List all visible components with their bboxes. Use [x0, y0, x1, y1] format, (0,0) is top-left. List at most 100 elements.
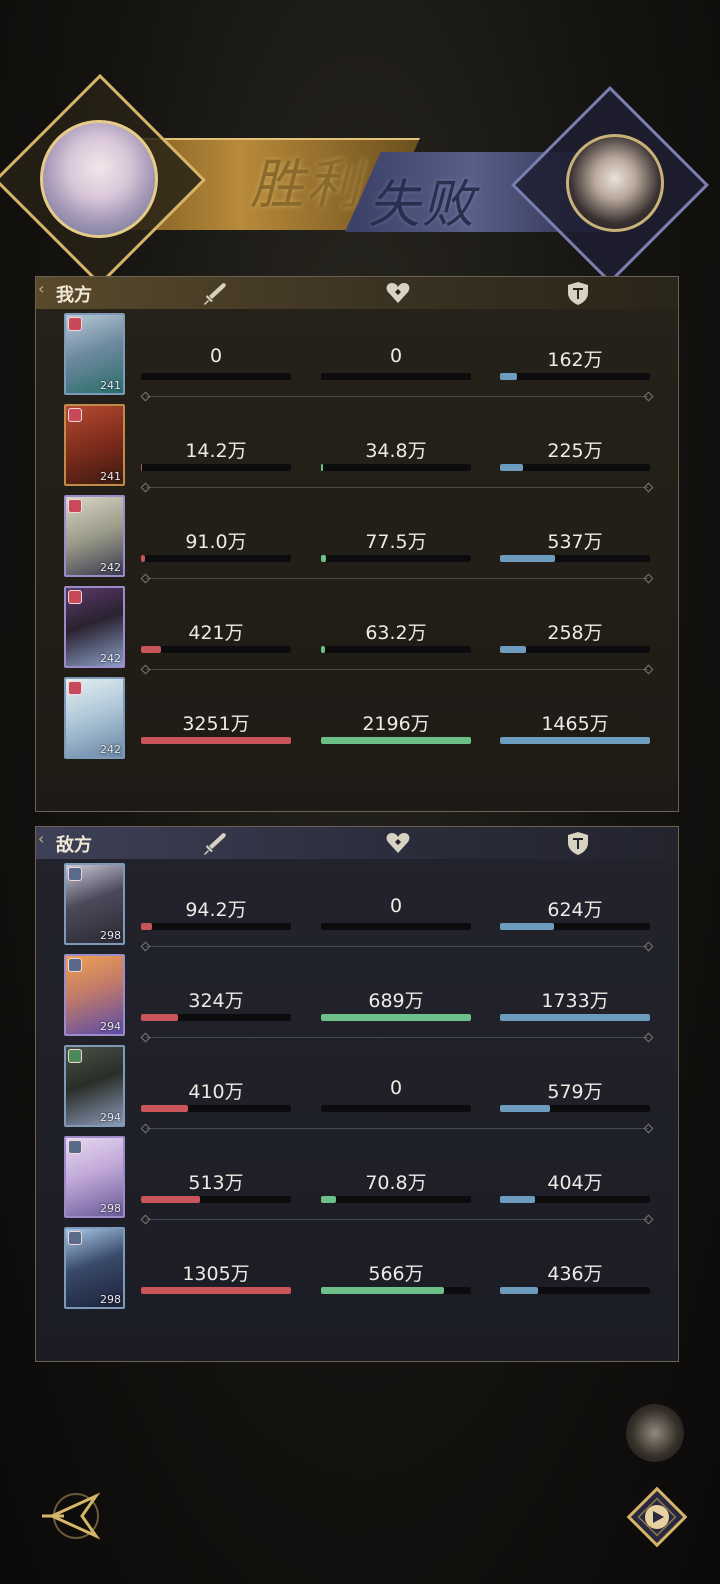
our-hero-row[interactable]: 241 0 0 162万	[36, 313, 678, 404]
hero-card[interactable]: 294	[64, 954, 125, 1036]
heal-value: 70.8万	[365, 1172, 427, 1194]
attack-value: 1305万	[182, 1263, 250, 1285]
heal-stat: 34.8万	[321, 436, 471, 471]
defense-bar-fill	[500, 646, 527, 653]
attack-value: 91.0万	[185, 531, 247, 553]
heal-bar	[321, 646, 471, 653]
attack-bar	[141, 646, 291, 653]
heal-stat: 77.5万	[321, 527, 471, 562]
hero-card[interactable]: 242	[64, 677, 125, 759]
enemy-hero-row[interactable]: 294 324万 689万 1733万	[36, 954, 678, 1045]
faction-badge-icon	[68, 867, 82, 881]
defense-bar	[500, 555, 650, 562]
hero-card[interactable]: 298	[64, 863, 125, 945]
enemy-hero-row[interactable]: 298 1305万 566万 436万	[36, 1227, 678, 1318]
row-divider	[146, 578, 648, 579]
attack-stat: 513万	[141, 1168, 291, 1203]
hero-level: 298	[100, 1202, 121, 1215]
defense-value: 624万	[547, 899, 603, 921]
attack-bar-fill	[141, 464, 142, 471]
attack-stat: 324万	[141, 986, 291, 1021]
enemy-team-panel: ‹ 敌方 298 94.2万 0 624万 294 324万 689万 1733…	[35, 826, 679, 1362]
attack-value: 14.2万	[185, 440, 247, 462]
corner-ornament-icon: ‹	[38, 829, 45, 848]
heal-bar	[321, 1196, 471, 1203]
heal-bar	[321, 1014, 471, 1021]
attack-bar	[141, 464, 291, 471]
floating-assistant-orb[interactable]	[626, 1404, 684, 1462]
our-hero-row[interactable]: 241 14.2万 34.8万 225万	[36, 404, 678, 495]
heal-bar	[321, 1105, 471, 1112]
back-arrow-icon[interactable]	[34, 1486, 106, 1546]
defeat-label: 失败	[368, 175, 477, 235]
attack-value: 421万	[188, 622, 244, 644]
defense-bar-fill	[500, 737, 650, 744]
enemy-hero-row[interactable]: 298 94.2万 0 624万	[36, 863, 678, 954]
heal-bar	[321, 373, 471, 380]
attack-bar-fill	[141, 923, 152, 930]
defense-stat: 624万	[500, 895, 650, 930]
our-hero-row[interactable]: 242 421万 63.2万 258万	[36, 586, 678, 677]
attack-value: 94.2万	[185, 899, 247, 921]
defense-value: 1465万	[541, 713, 609, 735]
heal-bar-fill	[321, 555, 327, 562]
defense-bar	[500, 646, 650, 653]
defense-bar-fill	[500, 923, 554, 930]
our-team-panel: ‹ 我方 241 0 0 162万 241 14.2万 34.8万 225万 2…	[35, 276, 679, 812]
hero-card[interactable]: 298	[64, 1227, 125, 1309]
heal-stat: 566万	[321, 1259, 471, 1294]
enemy-team-title: 敌方	[56, 835, 92, 856]
defense-stat: 225万	[500, 436, 650, 471]
hero-level: 294	[100, 1111, 121, 1124]
heal-bar-fill	[321, 1196, 337, 1203]
heal-stat: 0	[321, 1077, 471, 1112]
defense-bar	[500, 373, 650, 380]
heal-bar	[321, 1287, 471, 1294]
heal-value: 0	[389, 895, 403, 917]
victory-label: 胜利	[250, 153, 362, 216]
heal-bar-fill	[321, 737, 471, 744]
defense-bar	[500, 1105, 650, 1112]
our-leader-avatar[interactable]	[40, 120, 158, 238]
attack-bar	[141, 1105, 291, 1112]
defense-stat: 1465万	[500, 709, 650, 744]
attack-bar	[141, 923, 291, 930]
heal-bar-fill	[321, 646, 326, 653]
hero-card[interactable]: 294	[64, 1045, 125, 1127]
hero-card[interactable]: 242	[64, 586, 125, 668]
defense-value: 162万	[547, 349, 603, 371]
faction-badge-icon	[68, 499, 82, 513]
enemy-hero-row[interactable]: 298 513万 70.8万 404万	[36, 1136, 678, 1227]
hero-card[interactable]: 242	[64, 495, 125, 577]
defense-bar	[500, 737, 650, 744]
attack-bar-fill	[141, 555, 146, 562]
defense-bar-fill	[500, 373, 517, 380]
attack-bar-fill	[141, 1196, 200, 1203]
hero-card[interactable]: 298	[64, 1136, 125, 1218]
replay-icon[interactable]	[622, 1482, 692, 1552]
attack-stat: 1305万	[141, 1259, 291, 1294]
defense-stat: 579万	[500, 1077, 650, 1112]
our-hero-row[interactable]: 242 91.0万 77.5万 537万	[36, 495, 678, 586]
defense-bar	[500, 1014, 650, 1021]
attack-bar-fill	[141, 1287, 291, 1294]
row-divider	[146, 946, 648, 947]
hero-level: 241	[100, 470, 121, 483]
attack-stat: 94.2万	[141, 895, 291, 930]
enemy-hero-row[interactable]: 294 410万 0 579万	[36, 1045, 678, 1136]
heal-bar-fill	[321, 1014, 471, 1021]
hero-card[interactable]: 241	[64, 404, 125, 486]
our-team-header: ‹ 我方	[36, 277, 678, 309]
our-team-title: 我方	[56, 285, 92, 306]
defense-bar-fill	[500, 464, 524, 471]
hero-level: 242	[100, 652, 121, 665]
enemy-leader-avatar[interactable]	[566, 134, 664, 232]
heal-bar-fill	[321, 1287, 445, 1294]
row-divider	[146, 1219, 648, 1220]
our-hero-row[interactable]: 242 3251万 2196万 1465万	[36, 677, 678, 768]
attack-value: 3251万	[182, 713, 250, 735]
defense-bar	[500, 1196, 650, 1203]
defense-stat: 436万	[500, 1259, 650, 1294]
shield-icon	[568, 832, 588, 855]
hero-card[interactable]: 241	[64, 313, 125, 395]
